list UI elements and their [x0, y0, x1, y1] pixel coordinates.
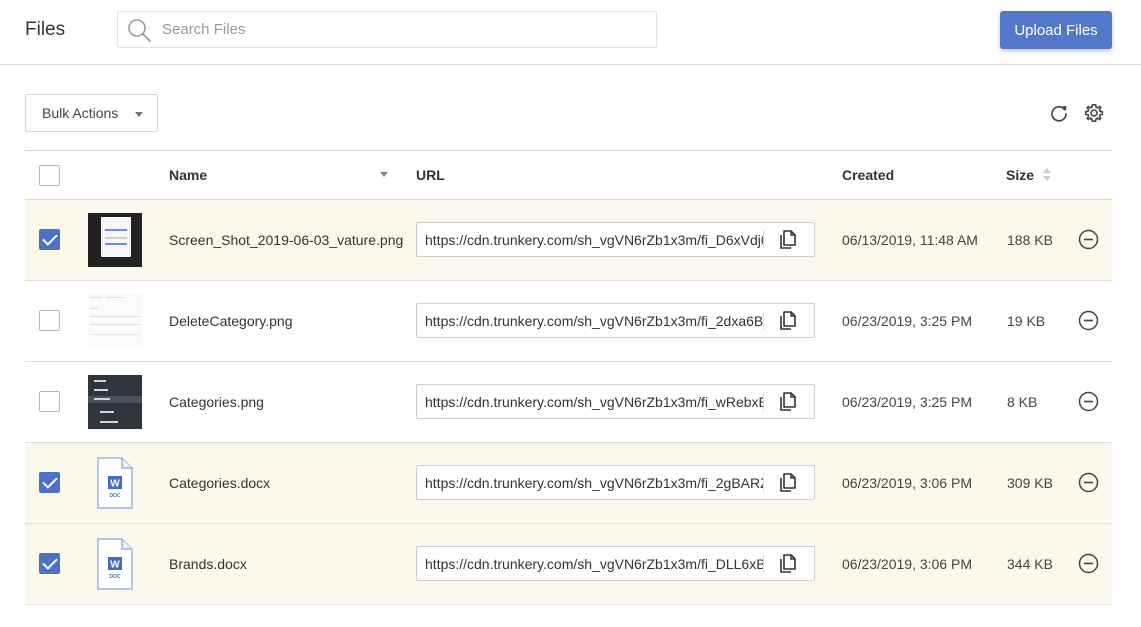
copy-icon[interactable]: [779, 310, 799, 331]
files-table: Name URL Created Size Screen_Shot_2019-0…: [25, 150, 1112, 605]
doc-badge-text: DOC: [109, 574, 121, 580]
file-thumbnail: [88, 294, 142, 348]
remove-icon[interactable]: [1078, 391, 1099, 412]
url-field[interactable]: [416, 546, 815, 581]
created-date: 06/23/2019, 3:06 PM: [842, 556, 972, 572]
file-size: 344 KB: [1007, 556, 1053, 572]
file-name: DeleteCategory.png: [169, 313, 293, 329]
row-checkbox[interactable]: [39, 472, 60, 493]
svg-text:W: W: [110, 560, 120, 571]
url-input[interactable]: [417, 466, 763, 499]
bulk-actions-label: Bulk Actions: [42, 105, 119, 121]
remove-icon[interactable]: [1078, 472, 1099, 493]
word-doc-icon: W DOC: [97, 457, 133, 509]
url-field[interactable]: [416, 465, 815, 500]
url-field[interactable]: [416, 222, 815, 257]
file-name: Brands.docx: [169, 556, 247, 572]
url-field[interactable]: [416, 303, 815, 338]
copy-icon[interactable]: [779, 472, 799, 493]
column-name-header[interactable]: Name: [169, 167, 207, 183]
remove-icon[interactable]: [1078, 553, 1099, 574]
copy-icon[interactable]: [779, 391, 799, 412]
created-date: 06/23/2019, 3:25 PM: [842, 313, 972, 329]
table-row[interactable]: Screen_Shot_2019-06-03_vature.png 06/13/…: [25, 200, 1112, 281]
column-url-header: URL: [416, 167, 445, 183]
file-thumbnail: [88, 375, 142, 429]
bulk-actions-dropdown[interactable]: Bulk Actions: [25, 94, 158, 132]
table-row[interactable]: W DOC Brands.docx 06/23/2019, 3:06 PM 34…: [25, 524, 1112, 605]
search-input[interactable]: [162, 12, 642, 47]
row-checkbox[interactable]: [39, 229, 60, 250]
url-input[interactable]: [417, 223, 763, 256]
search-icon: [128, 19, 151, 42]
file-thumbnail: [88, 213, 142, 267]
remove-icon[interactable]: [1078, 310, 1099, 331]
url-field[interactable]: [416, 384, 815, 419]
column-created-header[interactable]: Created: [842, 167, 894, 183]
page-title: Files: [25, 19, 66, 40]
word-doc-icon: W DOC: [97, 538, 133, 590]
created-date: 06/23/2019, 3:06 PM: [842, 475, 972, 491]
table-row[interactable]: DeleteCategory.png 06/23/2019, 3:25 PM 1…: [25, 281, 1112, 362]
file-size: 8 KB: [1007, 394, 1038, 410]
row-checkbox[interactable]: [39, 310, 60, 331]
sort-desc-icon[interactable]: [380, 172, 388, 177]
file-size: 309 KB: [1007, 475, 1053, 491]
file-size: 19 KB: [1007, 313, 1046, 329]
copy-icon[interactable]: [779, 553, 799, 574]
gear-icon[interactable]: [1084, 103, 1104, 123]
table-header: Name URL Created Size: [25, 150, 1112, 200]
doc-badge-text: DOC: [109, 493, 121, 499]
header-bar: Files Upload Files: [0, 0, 1141, 65]
sort-icon[interactable]: [1043, 168, 1051, 182]
file-name: Categories.docx: [169, 475, 271, 491]
upload-files-button[interactable]: Upload Files: [1000, 11, 1112, 49]
caret-down-icon: [135, 112, 143, 117]
url-input[interactable]: [417, 304, 763, 337]
search-box[interactable]: [117, 11, 657, 48]
select-all-checkbox[interactable]: [39, 165, 60, 186]
remove-icon[interactable]: [1078, 229, 1099, 250]
table-row[interactable]: W DOC Categories.docx 06/23/2019, 3:06 P…: [25, 443, 1112, 524]
created-date: 06/23/2019, 3:25 PM: [842, 394, 972, 410]
column-size-header[interactable]: Size: [1006, 167, 1034, 183]
refresh-icon[interactable]: [1049, 103, 1069, 123]
row-checkbox[interactable]: [39, 391, 60, 412]
file-name: Screen_Shot_2019-06-03_vature.png: [169, 232, 404, 248]
copy-icon[interactable]: [779, 229, 799, 250]
file-name: Categories.png: [169, 394, 264, 410]
row-checkbox[interactable]: [39, 553, 60, 574]
file-size: 188 KB: [1007, 232, 1053, 248]
url-input[interactable]: [417, 547, 763, 580]
svg-text:W: W: [110, 479, 120, 490]
url-input[interactable]: [417, 385, 763, 418]
created-date: 06/13/2019, 11:48 AM: [842, 232, 978, 248]
table-row[interactable]: Categories.png 06/23/2019, 3:25 PM 8 KB: [25, 362, 1112, 443]
